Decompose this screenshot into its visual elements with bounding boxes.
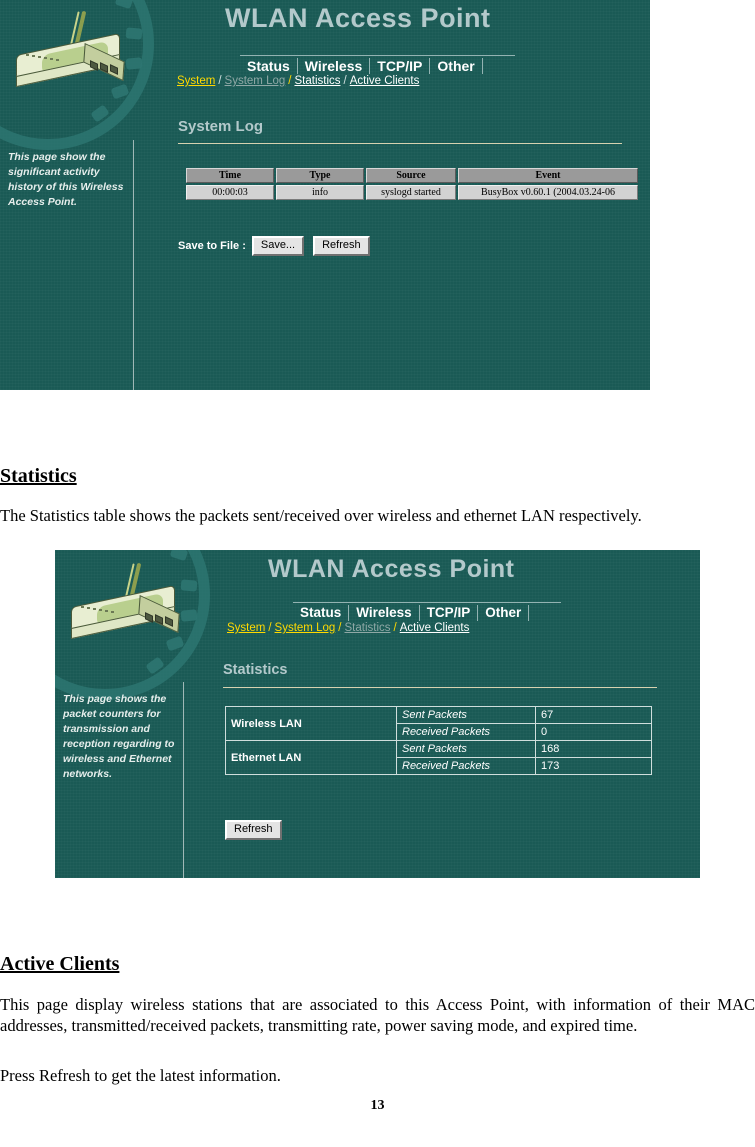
subnav-item-system[interactable]: System bbox=[226, 622, 266, 634]
paragraph-statistics: The Statistics table shows the packets s… bbox=[0, 505, 642, 525]
column-header-time: Time bbox=[186, 168, 274, 183]
info-description: This page shows the packet counters for … bbox=[63, 693, 175, 780]
subnav-separator: / bbox=[218, 75, 222, 87]
tab-wireless[interactable]: Wireless bbox=[298, 58, 371, 75]
gear-tooth bbox=[90, 104, 110, 123]
subnav-item-statistics[interactable]: Statistics bbox=[343, 622, 391, 634]
tab-tcpip[interactable]: TCP/IP bbox=[420, 605, 479, 621]
info-column-divider bbox=[133, 140, 134, 390]
save-to-file-row: Save to File : Save... Refresh bbox=[178, 236, 379, 256]
section-title: System Log bbox=[178, 118, 264, 135]
refresh-button[interactable]: Refresh bbox=[313, 236, 370, 256]
subnav-item-system[interactable]: System bbox=[176, 75, 216, 87]
system-log-screenshot: WLAN Access Point Status Wireless TCP/IP Ot… bbox=[0, 0, 650, 390]
section-divider bbox=[223, 687, 657, 688]
metric-label-received-packets: Received Packets bbox=[396, 757, 536, 775]
subnav-item-active-clients[interactable]: Active Clients bbox=[349, 75, 421, 87]
refresh-button[interactable]: Refresh bbox=[225, 820, 282, 840]
metric-label-sent-packets: Sent Packets bbox=[396, 706, 536, 724]
statistics-table: Wireless LAN Sent Packets 67 Received Pa… bbox=[225, 706, 652, 775]
statistics-screenshot: WLAN Access Point Status Wireless TCP/IP Ot… bbox=[55, 550, 700, 878]
subnav-item-system-log[interactable]: System Log bbox=[274, 622, 337, 634]
sub-navigation: System / System Log / Statistics / Active Clie… bbox=[176, 75, 420, 87]
metric-value-received-packets: 173 bbox=[535, 757, 652, 775]
column-header-source: Source bbox=[366, 168, 456, 183]
info-column-divider bbox=[183, 682, 184, 878]
metric-label-received-packets: Received Packets bbox=[396, 723, 536, 741]
cell-type: info bbox=[276, 185, 364, 200]
subnav-item-active-clients[interactable]: Active Clients bbox=[399, 622, 471, 634]
wireless-access-point-icon bbox=[12, 8, 137, 96]
save-to-file-label: Save to File : bbox=[178, 240, 246, 252]
gear-tooth bbox=[145, 656, 165, 675]
wireless-access-point-icon bbox=[67, 560, 192, 648]
metric-label-sent-packets: Sent Packets bbox=[396, 740, 536, 758]
cell-time: 00:00:03 bbox=[186, 185, 274, 200]
page-number: 13 bbox=[370, 1098, 385, 1113]
page-title: WLAN Access Point bbox=[268, 555, 515, 583]
main-tab-bar: Status Wireless TCP/IP Other bbox=[240, 55, 515, 75]
subnav-separator: / bbox=[343, 75, 347, 87]
section-title: Statistics bbox=[223, 662, 288, 678]
table-row: 00:00:03 info syslogd started BusyBox v0… bbox=[186, 185, 638, 200]
system-log-table: Time Type Source Event 00:00:03 info sys… bbox=[184, 166, 640, 202]
heading-statistics: Statistics bbox=[0, 464, 77, 487]
tab-status[interactable]: Status bbox=[293, 605, 350, 621]
main-tab-bar: Status Wireless TCP/IP Other bbox=[293, 602, 561, 621]
subnav-separator: / bbox=[268, 622, 272, 634]
heading-active-clients: Active Clients bbox=[0, 952, 120, 975]
metric-value-sent-packets: 168 bbox=[535, 740, 652, 758]
save-button[interactable]: Save... bbox=[251, 236, 305, 256]
subnav-item-statistics[interactable]: Statistics bbox=[293, 75, 341, 87]
sub-navigation: System / System Log / Statistics / Active Clie… bbox=[226, 622, 470, 634]
metric-value-received-packets: 0 bbox=[535, 723, 652, 741]
info-description: This page show the significant activity … bbox=[8, 151, 124, 208]
row-label-wireless-lan: Wireless LAN bbox=[225, 706, 397, 741]
tab-wireless[interactable]: Wireless bbox=[349, 605, 420, 621]
metric-value-sent-packets: 67 bbox=[535, 706, 652, 724]
section-divider bbox=[178, 143, 622, 144]
subnav-item-system-log[interactable]: System Log bbox=[224, 75, 287, 87]
column-header-type: Type bbox=[276, 168, 364, 183]
tab-status[interactable]: Status bbox=[240, 58, 298, 75]
tab-tcpip[interactable]: TCP/IP bbox=[370, 58, 431, 75]
paragraph-active-clients: This page display wireless stations that… bbox=[0, 994, 755, 1036]
table-header-row: Time Type Source Event bbox=[186, 168, 638, 183]
tab-other[interactable]: Other bbox=[478, 605, 530, 621]
row-label-ethernet-lan: Ethernet LAN bbox=[225, 740, 397, 775]
page-title: WLAN Access Point bbox=[225, 3, 491, 33]
paragraph-press-refresh: Press Refresh to get the latest informat… bbox=[0, 1065, 281, 1085]
tab-other[interactable]: Other bbox=[430, 58, 483, 75]
table-row: Ethernet LAN Sent Packets 168 bbox=[225, 740, 652, 775]
subnav-separator: / bbox=[393, 622, 397, 634]
cell-event: BusyBox v0.60.1 (2004.03.24-06 bbox=[458, 185, 638, 200]
table-row: Wireless LAN Sent Packets 67 bbox=[225, 706, 652, 741]
cell-source: syslogd started bbox=[366, 185, 456, 200]
column-header-event: Event bbox=[458, 168, 638, 183]
